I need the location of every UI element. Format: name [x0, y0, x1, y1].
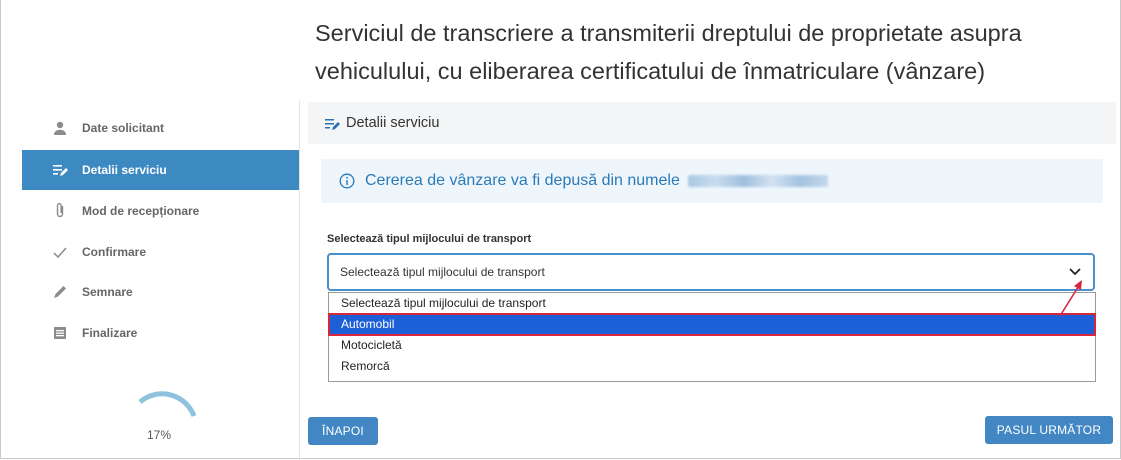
transport-type-label: Selectează tipul mijlocului de transport [327, 233, 532, 245]
sidebar-item-confirmare[interactable]: Confirmare [22, 232, 299, 272]
next-step-button[interactable]: PASUL URMĂTOR [985, 416, 1113, 444]
sidebar-item-label: Detalii serviciu [82, 163, 167, 177]
info-text: Cererea de vânzare va fi depusă din nume… [365, 172, 680, 189]
sidebar-item-mod-receptionare[interactable]: Mod de recepționare [22, 191, 299, 231]
sidebar-item-semnare[interactable]: Semnare [22, 272, 299, 312]
option-remorca[interactable]: Remorcă [329, 356, 1095, 377]
annotation-arrow-icon [1059, 280, 1082, 317]
sidebar-item-label: Date solicitant [82, 121, 165, 135]
progress-percent: 17% [147, 428, 172, 442]
select-value: Selectează tipul mijlocului de transport [340, 265, 545, 279]
sidebar-item-detalii-serviciu[interactable]: Detalii serviciu [22, 150, 299, 190]
transport-type-select[interactable]: Selectează tipul mijlocului de transport [327, 253, 1095, 291]
info-icon [339, 173, 355, 189]
option-placeholder[interactable]: Selectează tipul mijlocului de transport [329, 293, 1095, 314]
page-title: Serviciul de transcriere a transmiterii … [315, 20, 1022, 84]
sidebar-item-label: Mod de recepționare [82, 204, 200, 218]
transport-type-dropdown: Selectează tipul mijlocului de transport… [328, 292, 1096, 382]
sidebar-divider [299, 100, 300, 460]
sidebar-item-label: Finalizare [82, 326, 138, 340]
info-banner: Cererea de vânzare va fi depusă din nume… [321, 159, 1103, 203]
sidebar-item-label: Confirmare [82, 245, 147, 259]
person-icon [50, 118, 70, 138]
panel-header: Detalii serviciu [308, 102, 1116, 144]
list-edit-icon [324, 115, 340, 131]
option-motocicleta[interactable]: Motocicletă [329, 335, 1095, 356]
back-button[interactable]: ÎNAPOI [308, 417, 378, 445]
chevron-down-icon [1069, 268, 1081, 276]
sidebar-item-date-solicitant[interactable]: Date solicitant [22, 108, 299, 148]
option-automobil[interactable]: Automobil [328, 313, 1096, 336]
sidebar-item-label: Semnare [82, 285, 133, 299]
check-icon [50, 242, 70, 262]
paperclip-icon [50, 201, 70, 221]
panel-header-title: Detalii serviciu [346, 115, 440, 131]
redacted-name [687, 175, 828, 187]
document-icon [50, 323, 70, 343]
list-edit-icon [50, 160, 70, 180]
pen-icon [50, 282, 70, 302]
sidebar-item-finalizare[interactable]: Finalizare [22, 313, 299, 353]
